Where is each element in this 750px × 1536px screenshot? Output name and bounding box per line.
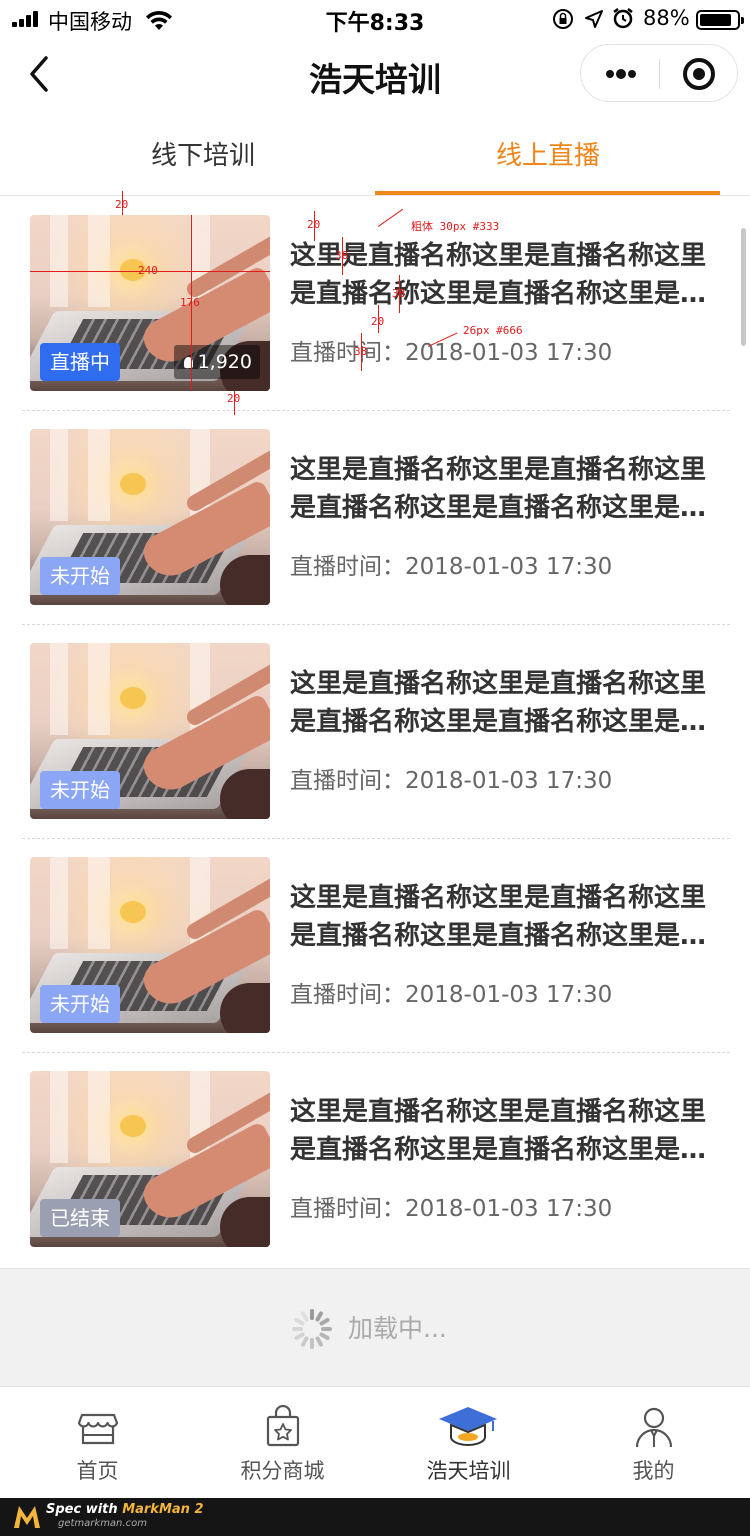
status-time: 下午8:33 <box>325 11 425 36</box>
annotation-line-height-1: 38 <box>335 249 349 262</box>
list-item[interactable]: 直播中 1,920 这里是直播名称这里是直播名称这里是直播名称这里是直播名称这里… <box>0 197 750 411</box>
more-menu-button[interactable] <box>581 45 659 101</box>
spinner-icon <box>292 1309 332 1349</box>
bottom-tab-label: 我的 <box>632 1459 675 1483</box>
annotation-title-gap: 20 <box>307 218 321 231</box>
live-thumbnail: 已结束 <box>30 1071 270 1247</box>
active-tab-indicator <box>375 191 720 195</box>
bottom-tab-points-mall[interactable]: 积分商城 <box>189 1387 376 1499</box>
status-badge: 未开始 <box>40 557 120 595</box>
annotation-img-height: 176 <box>180 296 200 309</box>
markman-url: getmarkman.com <box>58 1518 147 1529</box>
miniprogram-capsule <box>580 44 738 102</box>
live-title: 这里是直播名称这里是直播名称这里是直播名称这里是直播名称这里是直播名称 <box>290 669 707 737</box>
live-thumbnail: 未开始 <box>30 857 270 1033</box>
viewer-count: 1,920 <box>173 345 260 379</box>
status-badge: 未开始 <box>40 985 120 1023</box>
annotation-line-height-3: 38 <box>354 345 368 358</box>
status-bar: 中国移动 下午8:33 88% <box>0 0 750 40</box>
bottom-tab-label: 积分商城 <box>240 1459 325 1483</box>
annotation-img-width: 240 <box>138 264 158 277</box>
close-miniprogram-button[interactable] <box>660 45 738 101</box>
live-time: 直播时间：2018-01-03 17:30 <box>290 1196 613 1222</box>
live-thumbnail: 未开始 <box>30 429 270 605</box>
loading-indicator: 加载中... <box>0 1268 750 1386</box>
live-time: 直播时间：2018-01-03 17:30 <box>290 554 613 580</box>
tab-bar: 线下培训 线上直播 <box>0 122 750 196</box>
markman-spec-label: Spec with MarkMan 2 <box>46 1502 204 1517</box>
annotation-gap-top: 20 <box>115 198 129 211</box>
nav-bar: 浩天培训 <box>0 40 750 110</box>
markman-prefix: Spec with <box>46 1502 123 1517</box>
annotation-gap-bottom: 20 <box>227 392 241 405</box>
live-time: 直播时间：2018-01-03 17:30 <box>290 768 613 794</box>
live-title: 这里是直播名称这里是直播名称这里是直播名称这里是直播名称这里是直播名称 <box>290 241 707 309</box>
live-title: 这里是直播名称这里是直播名称这里是直播名称这里是直播名称这里是直播名称 <box>290 883 707 951</box>
shopping-bag-star-icon <box>266 1405 300 1447</box>
markman-logo-icon <box>14 1506 40 1528</box>
tab-online-live[interactable]: 线上直播 <box>375 122 721 196</box>
tab-offline-training[interactable]: 线下培训 <box>30 122 376 196</box>
alarm-clock-icon <box>613 8 633 29</box>
bottom-tab-me[interactable]: 我的 <box>560 1387 747 1499</box>
live-time: 直播时间：2018-01-03 17:30 <box>290 340 613 366</box>
target-close-icon <box>683 58 715 90</box>
bottom-tab-label: 首页 <box>76 1459 119 1483</box>
graduation-cap-icon <box>439 1407 497 1446</box>
status-badge: 未开始 <box>40 771 120 809</box>
list-item[interactable]: 未开始 这里是直播名称这里是直播名称这里是直播名称这里是直播名称这里是直播名称 … <box>0 839 750 1053</box>
list-item[interactable]: 未开始 这里是直播名称这里是直播名称这里是直播名称这里是直播名称这里是直播名称 … <box>0 625 750 839</box>
annotation-title-time-gap: 20 <box>371 315 385 328</box>
loading-text: 加载中... <box>348 1314 447 1343</box>
battery-percent: 88% <box>643 6 690 30</box>
bottom-tab-bar: 首页 积分商城 浩天培训 我的 <box>0 1386 750 1498</box>
live-list: 直播中 1,920 这里是直播名称这里是直播名称这里是直播名称这里是直播名称这里… <box>0 197 750 1267</box>
list-item[interactable]: 已结束 这里是直播名称这里是直播名称这里是直播名称这里是直播名称这里是直播名称 … <box>0 1053 750 1267</box>
rotation-lock-icon <box>553 9 573 29</box>
store-icon <box>77 1413 119 1445</box>
markman-brand: MarkMan 2 <box>122 1502 204 1517</box>
location-arrow-icon <box>585 10 603 28</box>
live-thumbnail: 未开始 <box>30 643 270 819</box>
annotation-title-spec: 粗体 30px #333 <box>411 220 500 233</box>
list-item[interactable]: 未开始 这里是直播名称这里是直播名称这里是直播名称这里是直播名称这里是直播名称 … <box>0 411 750 625</box>
bottom-tab-label: 浩天培训 <box>426 1459 511 1483</box>
live-time: 直播时间：2018-01-03 17:30 <box>290 982 613 1008</box>
bottom-tab-home[interactable]: 首页 <box>4 1387 191 1499</box>
battery-icon <box>696 10 744 30</box>
live-title: 这里是直播名称这里是直播名称这里是直播名称这里是直播名称这里是直播名称 <box>290 1097 707 1165</box>
live-title: 这里是直播名称这里是直播名称这里是直播名称这里是直播名称这里是直播名称 <box>290 455 707 523</box>
annotation-line-height-2: 38 <box>392 287 406 300</box>
status-badge: 直播中 <box>40 343 120 381</box>
annotation-time-spec: 26px #666 <box>463 324 523 337</box>
status-badge: 已结束 <box>40 1199 120 1237</box>
bottom-tab-training[interactable]: 浩天培训 <box>375 1387 562 1499</box>
live-thumbnail: 直播中 1,920 <box>30 215 270 391</box>
user-icon <box>635 1407 673 1448</box>
markman-footer: Spec with MarkMan 2 getmarkman.com <box>0 1498 750 1536</box>
